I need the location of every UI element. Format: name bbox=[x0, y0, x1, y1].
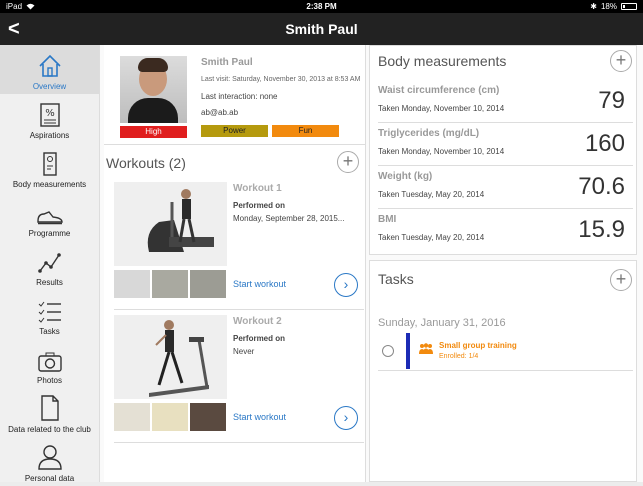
line-chart-icon bbox=[37, 253, 61, 273]
sidebar-item-label: Overview bbox=[32, 82, 67, 91]
sidebar-item-label: Data related to the club bbox=[8, 425, 91, 434]
start-workout-arrow-icon[interactable]: › bbox=[334, 406, 358, 430]
measurement-row: Waist circumference (cm) Taken Monday, N… bbox=[378, 80, 633, 123]
sidebar-item-label: Photos bbox=[37, 376, 62, 385]
status-time: 2:38 PM bbox=[306, 2, 337, 11]
measurement-label: BMI bbox=[378, 214, 397, 225]
measurement-value: 70.6 bbox=[578, 173, 625, 200]
measurement-date: Taken Monday, November 10, 2014 bbox=[378, 147, 505, 156]
badge-high: High bbox=[120, 126, 187, 138]
task-row[interactable]: Small group training Enrolled: 1/4 bbox=[378, 331, 633, 371]
add-measurement-button[interactable]: + bbox=[610, 50, 632, 72]
workout-title: Workout 1 bbox=[233, 183, 282, 194]
workout-card: Workout 2 Performed on Never Start worko… bbox=[114, 315, 364, 443]
workout-card: Workout 1 Performed on Monday, September… bbox=[114, 182, 364, 310]
badge-fun: Fun bbox=[272, 125, 339, 137]
measurement-date: Taken Monday, November 10, 2014 bbox=[378, 104, 505, 113]
measurement-label: Weight (kg) bbox=[378, 171, 433, 182]
sidebar: Overview % Aspirations Body measurements… bbox=[0, 45, 100, 483]
workout-performed-label: Performed on bbox=[233, 201, 286, 210]
add-task-button[interactable]: + bbox=[610, 269, 632, 291]
sidebar-item-club-data[interactable]: Data related to the club bbox=[0, 388, 99, 437]
measurement-date: Taken Tuesday, May 20, 2014 bbox=[378, 190, 485, 199]
sidebar-item-label: Results bbox=[36, 278, 63, 287]
sidebar-item-results[interactable]: Results bbox=[0, 241, 99, 290]
sidebar-item-tasks[interactable]: Tasks bbox=[0, 290, 99, 339]
page-title: Smith Paul bbox=[285, 21, 358, 37]
sidebar-item-label: Aspirations bbox=[29, 131, 70, 140]
right-column: Body measurements + Waist circumference … bbox=[369, 45, 637, 482]
percent-doc-icon: % bbox=[39, 103, 60, 127]
status-bar: iPad 2:38 PM ✱ 18% bbox=[0, 0, 643, 13]
workout-image bbox=[114, 315, 227, 399]
home-icon bbox=[38, 54, 61, 77]
measurement-row: BMI Taken Tuesday, May 20, 2014 15.9 bbox=[378, 209, 633, 252]
workouts-title: Workouts (2) bbox=[106, 155, 186, 171]
workout-thumbnails bbox=[114, 403, 226, 431]
shoe-icon bbox=[36, 211, 63, 225]
start-workout-arrow-icon[interactable]: › bbox=[334, 273, 358, 297]
start-workout-link[interactable]: Start workout bbox=[233, 412, 286, 422]
measurement-date: Taken Tuesday, May 20, 2014 bbox=[378, 233, 485, 242]
task-color-bar bbox=[406, 333, 410, 369]
sidebar-item-personal-data[interactable]: Personal data bbox=[0, 437, 99, 486]
workout-image bbox=[114, 182, 227, 266]
checklist-icon bbox=[38, 301, 61, 323]
tasks-title: Tasks bbox=[378, 271, 414, 287]
measurement-value: 15.9 bbox=[578, 216, 625, 243]
sidebar-item-label: Programme bbox=[28, 229, 71, 238]
left-column: High Smith Paul Last visit: Saturday, No… bbox=[104, 45, 366, 482]
start-workout-link[interactable]: Start workout bbox=[233, 279, 286, 289]
body-measurements-title: Body measurements bbox=[378, 53, 507, 69]
sidebar-item-overview[interactable]: Overview bbox=[0, 45, 99, 94]
avatar bbox=[120, 56, 187, 123]
task-status: Enrolled: 1/4 bbox=[439, 353, 479, 360]
sidebar-item-programme[interactable]: Programme bbox=[0, 192, 99, 241]
battery-icon bbox=[621, 3, 637, 10]
add-workout-button[interactable]: + bbox=[337, 151, 359, 173]
sidebar-item-body-measurements[interactable]: Body measurements bbox=[0, 143, 99, 192]
nav-bar: < Smith Paul bbox=[0, 13, 643, 45]
measurement-row: Weight (kg) Taken Tuesday, May 20, 2014 … bbox=[378, 166, 633, 209]
workout-date: Monday, September 28, 2015... bbox=[233, 214, 345, 223]
tasks-date: Sunday, January 31, 2016 bbox=[378, 317, 506, 329]
workout-thumbnails bbox=[114, 270, 226, 298]
profile-card: High Smith Paul Last visit: Saturday, No… bbox=[104, 45, 366, 145]
sidebar-item-label: Body measurements bbox=[12, 180, 87, 189]
measurement-value: 79 bbox=[598, 87, 625, 114]
group-icon bbox=[419, 343, 433, 354]
sidebar-item-label: Tasks bbox=[39, 327, 60, 336]
measurement-label: Triglycerides (mg/dL) bbox=[378, 128, 480, 139]
workout-date: Never bbox=[233, 347, 255, 356]
profile-last-interaction: Last interaction: none bbox=[201, 92, 278, 101]
workout-title: Workout 2 bbox=[233, 316, 282, 327]
body-measurements-panel: Body measurements + Waist circumference … bbox=[369, 45, 637, 255]
task-name: Small group training bbox=[439, 341, 517, 350]
profile-name: Smith Paul bbox=[201, 57, 253, 68]
sidebar-item-photos[interactable]: Photos bbox=[0, 339, 99, 388]
measure-icon bbox=[42, 152, 57, 176]
profile-last-visit: Last visit: Saturday, November 30, 2013 … bbox=[201, 76, 361, 83]
task-complete-radio[interactable] bbox=[382, 345, 394, 357]
person-icon bbox=[37, 445, 62, 470]
document-icon bbox=[40, 395, 59, 421]
measurement-value: 160 bbox=[584, 130, 625, 157]
tasks-panel: Tasks + Sunday, January 31, 2016 Small g… bbox=[369, 260, 637, 482]
badge-power: Power bbox=[201, 125, 268, 137]
workout-performed-label: Performed on bbox=[233, 334, 286, 343]
sidebar-item-aspirations[interactable]: % Aspirations bbox=[0, 94, 99, 143]
svg-text:%: % bbox=[45, 108, 55, 119]
profile-email: ab@ab.ab bbox=[201, 108, 239, 117]
measurement-label: Waist circumference (cm) bbox=[378, 85, 500, 96]
back-button[interactable]: < bbox=[8, 18, 20, 41]
main-content: High Smith Paul Last visit: Saturday, No… bbox=[100, 45, 643, 482]
measurement-row: Triglycerides (mg/dL) Taken Monday, Nove… bbox=[378, 123, 633, 166]
camera-icon bbox=[37, 352, 62, 372]
